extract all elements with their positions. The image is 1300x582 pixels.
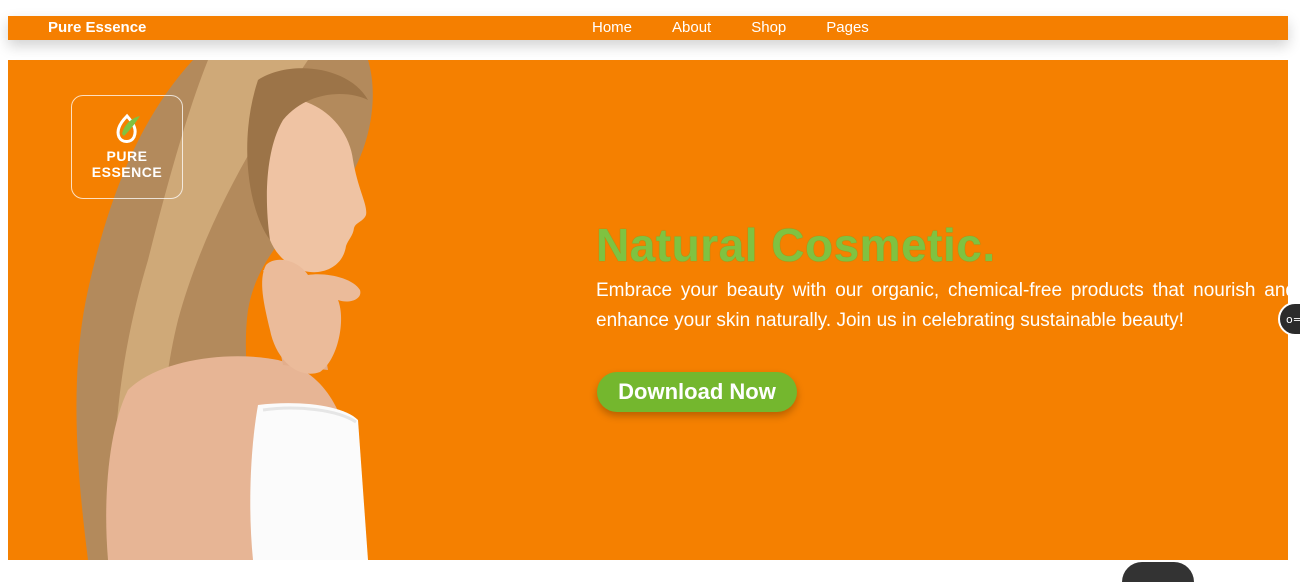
hero-section: PURE ESSENCE Natural Cosmetic. Embrace y…: [8, 60, 1288, 560]
nav-link-shop[interactable]: Shop: [751, 19, 786, 37]
brand-name[interactable]: Pure Essence: [48, 19, 146, 37]
top-navbar: Pure Essence Home About Shop Pages: [8, 16, 1288, 40]
download-now-button[interactable]: Download Now: [597, 372, 797, 412]
logo-text-line2: ESSENCE: [91, 164, 163, 180]
nav-links: Home About Shop Pages: [592, 19, 909, 37]
logo-text-line1: PURE: [106, 148, 148, 164]
hero-title: Natural Cosmetic.: [596, 219, 996, 271]
hero-description: Embrace your beauty with our organic, ch…: [596, 280, 1288, 331]
leaf-drop-icon: [116, 113, 140, 143]
nav-link-home[interactable]: Home: [592, 19, 632, 37]
logo-badge: PURE ESSENCE: [71, 95, 183, 199]
key-icon: o=: [1286, 313, 1300, 326]
nav-link-pages[interactable]: Pages: [826, 19, 869, 37]
floating-chat-bubble[interactable]: [1122, 562, 1194, 582]
nav-link-about[interactable]: About: [672, 19, 711, 37]
